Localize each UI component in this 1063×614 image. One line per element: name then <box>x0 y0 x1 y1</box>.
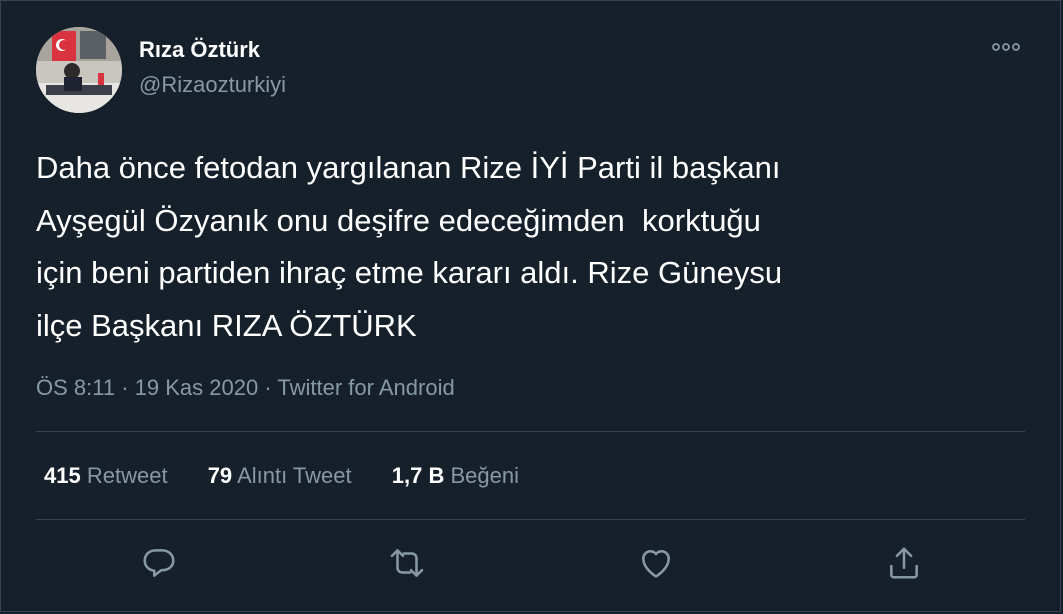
retweet-count-label: Retweet <box>86 463 168 488</box>
tweet-source[interactable]: Twitter for Android <box>277 375 454 400</box>
reply-icon <box>143 549 175 577</box>
tweet-meta: ÖS 8:11 · 19 Kas 2020 · Twitter for Andr… <box>36 375 455 401</box>
retweet-button[interactable] <box>385 541 429 585</box>
avatar-photo <box>36 27 122 113</box>
tweet-date[interactable]: 19 Kas 2020 <box>135 375 259 400</box>
retweet-count[interactable]: 415 Retweet <box>44 463 168 489</box>
share-icon <box>890 547 918 579</box>
meta-separator: · <box>121 375 129 400</box>
divider <box>36 431 1025 432</box>
tweet-card: Rıza Öztürk @Rizaozturkiyi Daha önce fet… <box>0 0 1061 612</box>
author-handle[interactable]: @Rizaozturkiyi <box>139 72 286 98</box>
like-count-number: 1,7 B <box>391 463 445 488</box>
like-count[interactable]: 1,7 B Beğeni <box>392 463 519 489</box>
divider <box>36 519 1025 520</box>
tweet-time[interactable]: ÖS 8:11 <box>36 375 115 400</box>
more-icon[interactable] <box>991 37 1021 57</box>
quote-count-label: Alıntı Tweet <box>237 463 352 488</box>
quote-count-number: 79 <box>207 463 233 488</box>
quote-count[interactable]: 79 Alıntı Tweet <box>208 463 352 489</box>
meta-separator: · <box>264 375 272 400</box>
like-count-label: Beğeni <box>450 463 519 488</box>
author-name[interactable]: Rıza Öztürk <box>139 37 260 63</box>
retweet-count-number: 415 <box>44 463 81 488</box>
like-button[interactable] <box>634 541 678 585</box>
tweet-header: Rıza Öztürk @Rizaozturkiyi <box>36 27 1025 113</box>
share-button[interactable] <box>882 541 926 585</box>
reply-button[interactable] <box>137 541 181 585</box>
tweet-actions <box>1 541 1063 591</box>
tweet-stats: 415 Retweet 79 Alıntı Tweet 1,7 B Beğeni <box>44 463 553 489</box>
retweet-icon <box>390 549 424 577</box>
like-icon <box>642 550 670 578</box>
tweet-text: Daha önce fetodan yargılanan Rize İYİ Pa… <box>36 150 783 343</box>
avatar[interactable] <box>36 27 122 113</box>
